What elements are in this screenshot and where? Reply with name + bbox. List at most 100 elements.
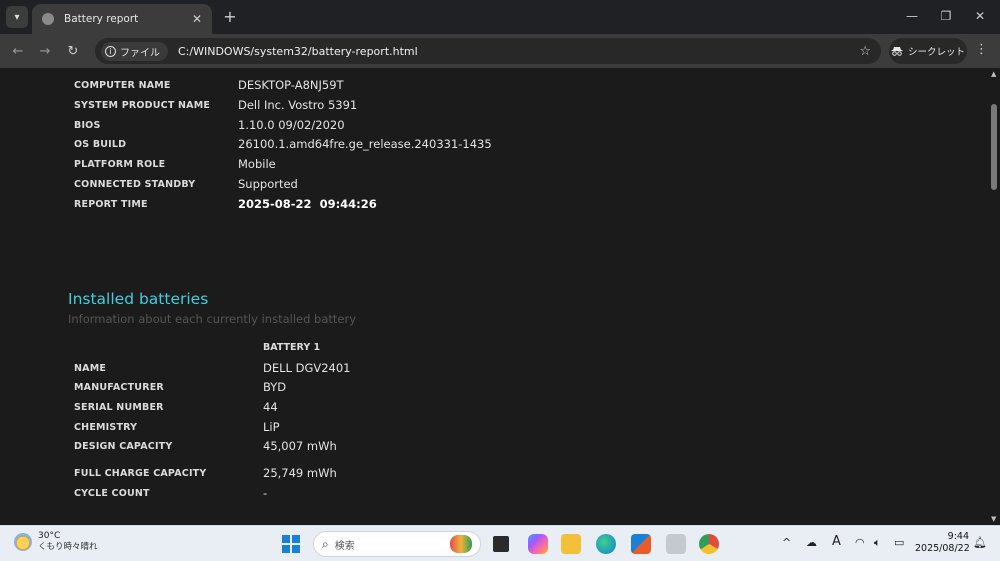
forward-button[interactable]: →: [34, 40, 56, 62]
minimize-icon: —: [906, 9, 918, 23]
notification-bell-icon[interactable]: 🔔︎: [973, 536, 987, 549]
battery-key: FULL CHARGE CAPACITY: [74, 467, 207, 479]
bookmark-star-icon[interactable]: ☆: [859, 44, 871, 59]
weather-temperature: 30°C: [38, 531, 61, 541]
battery-key: CYCLE COUNT: [74, 487, 150, 499]
close-window-button[interactable]: ✕: [968, 6, 992, 26]
report-page: COMPUTER NAME DESKTOP-A8NJ59T SYSTEM PRO…: [0, 68, 988, 525]
chevron-up-icon[interactable]: ^: [782, 536, 791, 549]
onedrive-icon[interactable]: ☁: [806, 536, 817, 549]
battery-row-design-capacity: DESIGN CAPACITY 45,007 mWh: [74, 437, 774, 455]
taskbar-search[interactable]: ⌕ 検索: [313, 531, 481, 557]
system-row-connected-standby: CONNECTED STANDBY Supported: [74, 175, 774, 193]
clock-time: 9:44: [947, 531, 969, 542]
edge-browser-icon[interactable]: [596, 534, 616, 554]
arrow-left-icon: ←: [12, 43, 24, 59]
system-value: 26100.1.amd64fre.ge_release.240331-1435: [238, 137, 492, 151]
battery-value: 44: [263, 400, 278, 414]
system-row-os-build: OS BUILD 26100.1.amd64fre.ge_release.240…: [74, 135, 774, 153]
search-placeholder: 検索: [334, 540, 355, 552]
close-icon: ✕: [974, 9, 986, 23]
address-bar[interactable]: i ファイル C:/WINDOWS/system32/battery-repor…: [95, 38, 881, 64]
system-value: 1.10.0 09/02/2020: [238, 118, 345, 132]
url-text[interactable]: C:/WINDOWS/system32/battery-report.html: [178, 45, 859, 58]
battery-value: 25,749 mWh: [263, 466, 337, 480]
system-row-product-name: SYSTEM PRODUCT NAME Dell Inc. Vostro 539…: [74, 96, 774, 114]
battery-value: 45,007 mWh: [263, 439, 337, 453]
system-key: BIOS: [74, 119, 101, 131]
page-scrollbar[interactable]: ▲ ▼: [988, 68, 1000, 525]
close-icon[interactable]: ✕: [192, 12, 202, 26]
globe-icon: [42, 13, 54, 25]
system-value: Dell Inc. Vostro 5391: [238, 98, 358, 112]
restore-icon: ❐: [940, 9, 952, 23]
weather-widget[interactable]: 30°C くもり時々晴れ: [14, 531, 98, 553]
battery-key: SERIAL NUMBER: [74, 401, 164, 413]
battery-row-manufacturer: MANUFACTURER BYD: [74, 378, 774, 396]
system-value: Mobile: [238, 157, 276, 171]
battery-row-chemistry: CHEMISTRY LiP: [74, 418, 774, 436]
network-app-icon[interactable]: [666, 534, 686, 554]
system-row-bios: BIOS 1.10.0 09/02/2020: [74, 116, 774, 134]
battery-row-full-charge-capacity: FULL CHARGE CAPACITY 25,749 mWh: [74, 464, 774, 482]
volume-icon[interactable]: 🔈︎: [874, 536, 881, 550]
clock-date: 2025/08/22: [915, 543, 970, 554]
battery-icon[interactable]: ▭: [894, 536, 904, 549]
system-key: COMPUTER NAME: [74, 79, 171, 91]
battery-value: BYD: [263, 380, 287, 394]
wifi-icon[interactable]: ◠: [855, 536, 865, 549]
battery-key: DESIGN CAPACITY: [74, 440, 173, 452]
system-row-platform-role: PLATFORM ROLE Mobile: [74, 155, 774, 173]
search-icon: ⌕: [322, 536, 329, 551]
incognito-icon: [891, 47, 903, 56]
incognito-button[interactable]: シークレット: [889, 38, 967, 64]
windows-taskbar: 30°C くもり時々晴れ ⌕ 検索 ^ ☁ A ◠ 🔈︎ ▭ 9:44 2025…: [0, 525, 1000, 561]
battery-column-header: BATTERY 1: [263, 342, 321, 353]
minimize-button[interactable]: —: [900, 6, 924, 26]
battery-value: DELL DGV2401: [263, 361, 351, 375]
system-clock[interactable]: 9:44 2025/08/22: [915, 531, 970, 555]
info-icon: i: [105, 45, 116, 57]
system-key: SYSTEM PRODUCT NAME: [74, 99, 211, 111]
battery-key: NAME: [74, 362, 107, 374]
system-key: CONNECTED STANDBY: [74, 178, 196, 190]
tab-title: Battery report: [64, 13, 139, 25]
new-tab-button[interactable]: +: [220, 6, 240, 26]
section-title: Installed batteries: [68, 290, 209, 308]
system-key: OS BUILD: [74, 138, 127, 150]
partly-sunny-icon: [14, 533, 32, 551]
reload-icon: ↻: [67, 43, 79, 59]
chrome-browser-icon[interactable]: [699, 534, 719, 554]
system-value: DESKTOP-A8NJ59T: [238, 78, 344, 92]
task-view-icon[interactable]: [493, 536, 509, 552]
windows-logo-icon: [282, 535, 291, 544]
restore-button[interactable]: ❐: [934, 6, 958, 26]
battery-key: MANUFACTURER: [74, 381, 164, 393]
search-highlight-icon: [450, 535, 472, 553]
ime-indicator[interactable]: A: [832, 534, 841, 549]
back-button[interactable]: ←: [7, 40, 29, 62]
windows-logo-icon: [291, 544, 300, 553]
tab-search-button[interactable]: ▾: [6, 6, 28, 28]
system-value: Supported: [238, 177, 298, 191]
reload-button[interactable]: ↻: [62, 40, 84, 62]
system-row-report-time: REPORT TIME 2025-08-22 09:44:26: [74, 195, 774, 213]
battery-value: -: [263, 486, 268, 500]
system-row-computer-name: COMPUTER NAME DESKTOP-A8NJ59T: [74, 76, 774, 94]
scroll-up-icon[interactable]: ▲: [991, 70, 996, 78]
more-menu-icon[interactable]: ⋮: [975, 42, 988, 57]
site-info-chip[interactable]: i ファイル: [101, 41, 168, 61]
site-info-label: ファイル: [120, 47, 160, 59]
system-key: REPORT TIME: [74, 198, 148, 210]
scroll-down-icon[interactable]: ▼: [991, 515, 996, 523]
browser-toolbar: ← → ↻ i ファイル C:/WINDOWS/system32/battery…: [0, 34, 1000, 68]
microsoft-store-icon[interactable]: [631, 534, 651, 554]
weather-condition: くもり時々晴れ: [38, 542, 98, 552]
battery-key: CHEMISTRY: [74, 421, 138, 433]
system-key: PLATFORM ROLE: [74, 158, 166, 170]
file-explorer-icon[interactable]: [561, 534, 581, 554]
copilot-icon[interactable]: [528, 534, 548, 554]
start-button[interactable]: [282, 535, 300, 553]
scrollbar-thumb[interactable]: [991, 104, 997, 190]
tab-battery-report[interactable]: Battery report ✕: [32, 4, 212, 34]
